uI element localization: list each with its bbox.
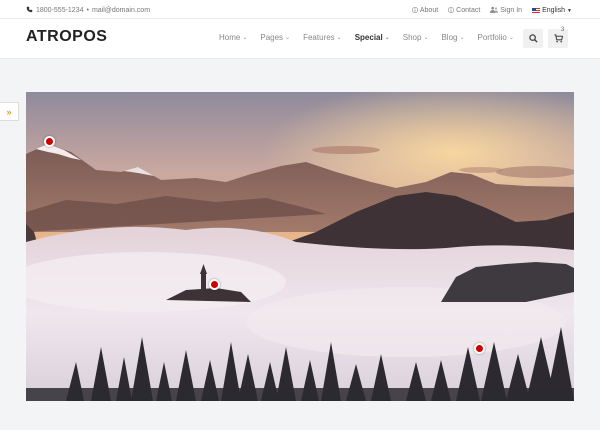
info-icon (448, 6, 455, 15)
hotspot-marker[interactable] (44, 136, 55, 147)
contact-link[interactable]: Contact (448, 6, 481, 15)
sign-in-link[interactable]: Sign In (490, 6, 522, 15)
contact-info: 1800-555-1234 • mail@domain.com (26, 6, 150, 15)
chevron-down-icon: ⌄ (285, 35, 291, 41)
chevron-down-icon: ⌄ (384, 35, 390, 41)
nav-label: Home (219, 33, 241, 42)
nav-item-pages[interactable]: Pages ⌄ (260, 33, 290, 42)
cart-count-badge: 3 (561, 27, 565, 33)
top-bar: 1800-555-1234 • mail@domain.com About Co… (0, 0, 600, 19)
nav-label: Features (303, 33, 335, 42)
email-address[interactable]: mail@domain.com (92, 7, 150, 14)
phone-icon (26, 6, 33, 15)
site-logo[interactable]: ATROPOS (26, 28, 107, 46)
nav-item-shop[interactable]: Shop ⌄ (403, 33, 429, 42)
landscape-image (26, 92, 574, 401)
nav-label: Portfolio (477, 33, 507, 42)
chevron-down-icon: ⌄ (336, 35, 342, 41)
search-icon (528, 30, 538, 48)
cart-button[interactable] (548, 29, 568, 48)
chevron-down-icon: ⌄ (242, 35, 248, 41)
chevron-down-icon: ⌄ (423, 35, 429, 41)
site-header: ATROPOS Home ⌄ Pages ⌄ Features ⌄ Special ⌄ … (0, 19, 600, 59)
sign-in-label: Sign In (500, 7, 523, 14)
hotspot-marker[interactable] (209, 279, 220, 290)
separator: • (86, 7, 89, 14)
caret-down-icon: ▼ (567, 7, 572, 14)
about-link[interactable]: About (411, 6, 439, 15)
side-panel-toggle[interactable]: » (0, 102, 19, 121)
user-icon (490, 6, 499, 15)
double-chevron-right-icon: » (6, 106, 12, 117)
nav-label: Shop (402, 33, 422, 42)
hero-image (26, 92, 574, 401)
nav-item-portfolio[interactable]: Portfolio ⌄ (478, 33, 514, 42)
info-icon (411, 6, 418, 15)
nav-label: Pages (260, 33, 284, 42)
nav-item-blog[interactable]: Blog ⌄ (441, 33, 464, 42)
nav-item-home[interactable]: Home ⌄ (219, 33, 247, 42)
nav-item-features[interactable]: Features ⌄ (303, 33, 342, 42)
language-label: English (542, 7, 566, 14)
hotspot-marker[interactable] (474, 343, 485, 354)
nav-label: Blog (441, 33, 458, 42)
chevron-down-icon: ⌄ (459, 35, 465, 41)
language-selector[interactable]: English ▼ (532, 7, 572, 14)
nav-item-special[interactable]: Special ⌄ (355, 33, 390, 42)
flag-icon (532, 7, 541, 14)
phone-number[interactable]: 1800-555-1234 (36, 7, 84, 14)
about-label: About (419, 7, 439, 14)
search-button[interactable] (523, 29, 543, 48)
contact-label: Contact (456, 7, 481, 14)
main-nav: Home ⌄ Pages ⌄ Features ⌄ Special ⌄ Shop ⌄ Bl… (219, 33, 527, 42)
chevron-down-icon: ⌄ (508, 35, 514, 41)
nav-label: Special (354, 33, 383, 42)
top-links: About Contact Sign In English ▼ (402, 6, 572, 15)
